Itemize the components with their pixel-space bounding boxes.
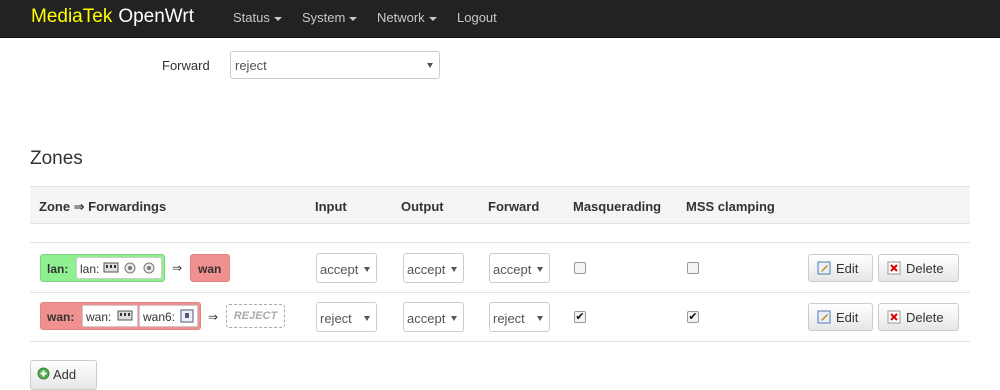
delete-label: Delete (906, 261, 944, 276)
zone-name: wan: (47, 310, 75, 324)
nav-system-label: System (302, 10, 346, 25)
edit-icon (817, 261, 831, 275)
row-divider (30, 292, 970, 293)
masquerading-checkbox[interactable] (574, 262, 586, 274)
forwarding-target-reject: REJECT (226, 304, 285, 328)
select-value: reject (320, 311, 352, 326)
forward-policy-select[interactable]: accept (489, 253, 550, 283)
network-interface-icon (180, 309, 194, 323)
nav-logout-link[interactable]: Logout (457, 10, 497, 26)
zone-chip-wan: wan: wan: wan6: (40, 302, 201, 330)
select-value: accept (407, 311, 446, 326)
network-badge-wan: wan: (82, 305, 138, 327)
input-policy-select[interactable]: accept (316, 253, 377, 283)
delete-label: Delete (906, 310, 944, 325)
dropdown-arrow-icon (427, 63, 433, 68)
network-badge-lan: lan: (76, 257, 162, 279)
row-divider (30, 341, 970, 342)
mss-clamping-checkbox[interactable]: ✔ (687, 311, 699, 323)
edit-label: Edit (836, 310, 859, 325)
select-value: reject (493, 311, 525, 326)
edit-button[interactable]: Edit (808, 303, 873, 331)
brand-vendor: MediaTek (31, 6, 113, 27)
nav-status-label: Status (233, 10, 270, 25)
brand-product: OpenWrt (118, 6, 195, 27)
forward-policy-value: reject (235, 58, 267, 73)
network-name: wan: (86, 310, 112, 324)
dropdown-arrow-icon (364, 267, 370, 272)
edit-button[interactable]: Edit (808, 254, 873, 282)
network-name: wan6: (143, 310, 176, 324)
header-mss-clamping: MSS clamping (686, 199, 775, 214)
nav-network-label: Network (377, 10, 425, 25)
zones-section-title: Zones (30, 148, 83, 169)
masquerading-checkbox[interactable]: ✔ (574, 311, 586, 323)
row-divider (30, 242, 970, 243)
edit-label: Edit (836, 261, 859, 276)
header-zone: Zone ⇒ Forwardings (39, 199, 167, 214)
zone-chip-wan-target[interactable]: wan (190, 254, 230, 282)
add-label: Add (53, 367, 77, 382)
forwarding-arrow: ⇒ (208, 310, 219, 324)
top-navbar: MediaTek OpenWrt Status System Network Lo… (0, 0, 1000, 38)
add-icon (37, 367, 50, 380)
forward-policy-select[interactable]: reject (489, 302, 550, 332)
brand-logo[interactable]: MediaTek OpenWrt (31, 6, 194, 28)
select-value: accept (407, 262, 446, 277)
wireless-icon (143, 262, 155, 274)
dropdown-arrow-icon (537, 267, 543, 272)
select-value: accept (493, 262, 532, 277)
nav-status-menu[interactable]: Status (233, 10, 282, 26)
dropdown-arrow-icon (451, 316, 457, 321)
dropdown-arrow-icon (364, 316, 370, 321)
mss-clamping-checkbox[interactable] (687, 262, 699, 274)
zone-chip-lan: lan: lan: (40, 254, 165, 282)
output-policy-select[interactable]: accept (403, 302, 464, 332)
dropdown-arrow-icon (451, 267, 457, 272)
add-zone-button[interactable]: Add (30, 360, 97, 390)
input-policy-select[interactable]: reject (316, 302, 377, 332)
select-value: accept (320, 262, 359, 277)
zones-table-header: Zone ⇒ Forwardings Input Output Forward … (30, 186, 970, 224)
nav-network-menu[interactable]: Network (377, 10, 437, 26)
forward-policy-label: Forward (162, 58, 210, 73)
delete-icon (887, 261, 901, 275)
ethernet-port-icon (117, 310, 133, 321)
network-name: lan: (80, 262, 100, 276)
forward-policy-select[interactable]: reject (230, 51, 440, 79)
output-policy-select[interactable]: accept (403, 253, 464, 283)
ethernet-port-icon (103, 262, 119, 273)
wireless-icon (124, 262, 136, 274)
dropdown-arrow-icon (537, 316, 543, 321)
chevron-down-icon (428, 16, 437, 21)
delete-button[interactable]: Delete (878, 254, 959, 282)
zone-name: wan (198, 262, 222, 276)
forwarding-arrow: ⇒ (172, 261, 183, 275)
delete-button[interactable]: Delete (878, 303, 959, 331)
header-output: Output (401, 199, 444, 214)
edit-icon (817, 310, 831, 324)
zone-name: lan: (47, 262, 69, 276)
header-masquerading: Masquerading (573, 199, 662, 214)
delete-icon (887, 310, 901, 324)
chevron-down-icon (349, 16, 358, 21)
chevron-down-icon (273, 16, 282, 21)
network-badge-wan6: wan6: (139, 305, 198, 327)
header-forward: Forward (488, 199, 540, 214)
header-input: Input (315, 199, 347, 214)
nav-system-menu[interactable]: System (302, 10, 358, 26)
